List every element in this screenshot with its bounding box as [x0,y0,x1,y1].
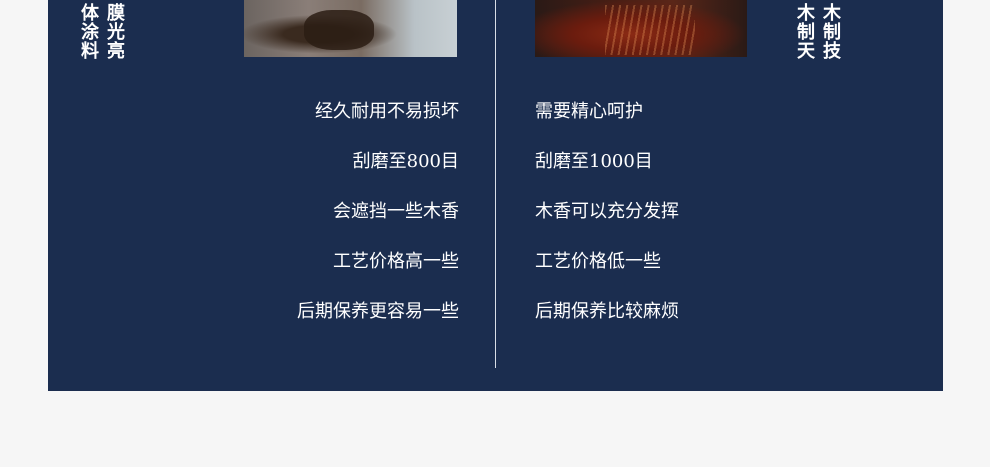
left-vertical-label-col1: 体 涂 料 [80,4,100,61]
wood-furniture-photo [535,0,747,57]
comparison-panel: 体 涂 料 膜 光 亮 木 制 天 木 制 技 经久耐用不易损坏 刮磨至800目… [48,0,943,391]
left-item: 后期保养更容易一些 [297,301,459,322]
right-item: 刮磨至1000目 [535,151,653,172]
left-item: 刮磨至800目 [352,151,459,172]
right-item: 需要精心呵护 [535,101,643,122]
vertical-char: 木 [797,3,815,24]
right-item: 后期保养比较麻烦 [535,301,679,322]
lacquer-furniture-photo [244,0,457,57]
left-item: 经久耐用不易损坏 [315,101,459,122]
vertical-char: 亮 [107,41,125,62]
vertical-char: 涂 [81,22,99,43]
right-vertical-label-col1: 木 制 天 [796,4,816,61]
column-divider [495,0,496,368]
vertical-char: 制 [823,22,841,43]
vertical-char: 制 [797,22,815,43]
vertical-char: 体 [81,3,99,24]
right-item: 工艺价格低一些 [535,251,661,272]
left-item: 会遮挡一些木香 [333,201,459,222]
left-item: 工艺价格高一些 [333,251,459,272]
vertical-char: 天 [797,41,815,62]
vertical-char: 膜 [107,3,125,24]
right-item: 木香可以充分发挥 [535,201,679,222]
vertical-char: 光 [107,22,125,43]
vertical-char: 技 [823,41,841,62]
right-vertical-label-col2: 木 制 技 [822,4,842,61]
vertical-char: 木 [823,3,841,24]
vertical-char: 料 [81,41,99,62]
left-vertical-label-col2: 膜 光 亮 [106,4,126,61]
